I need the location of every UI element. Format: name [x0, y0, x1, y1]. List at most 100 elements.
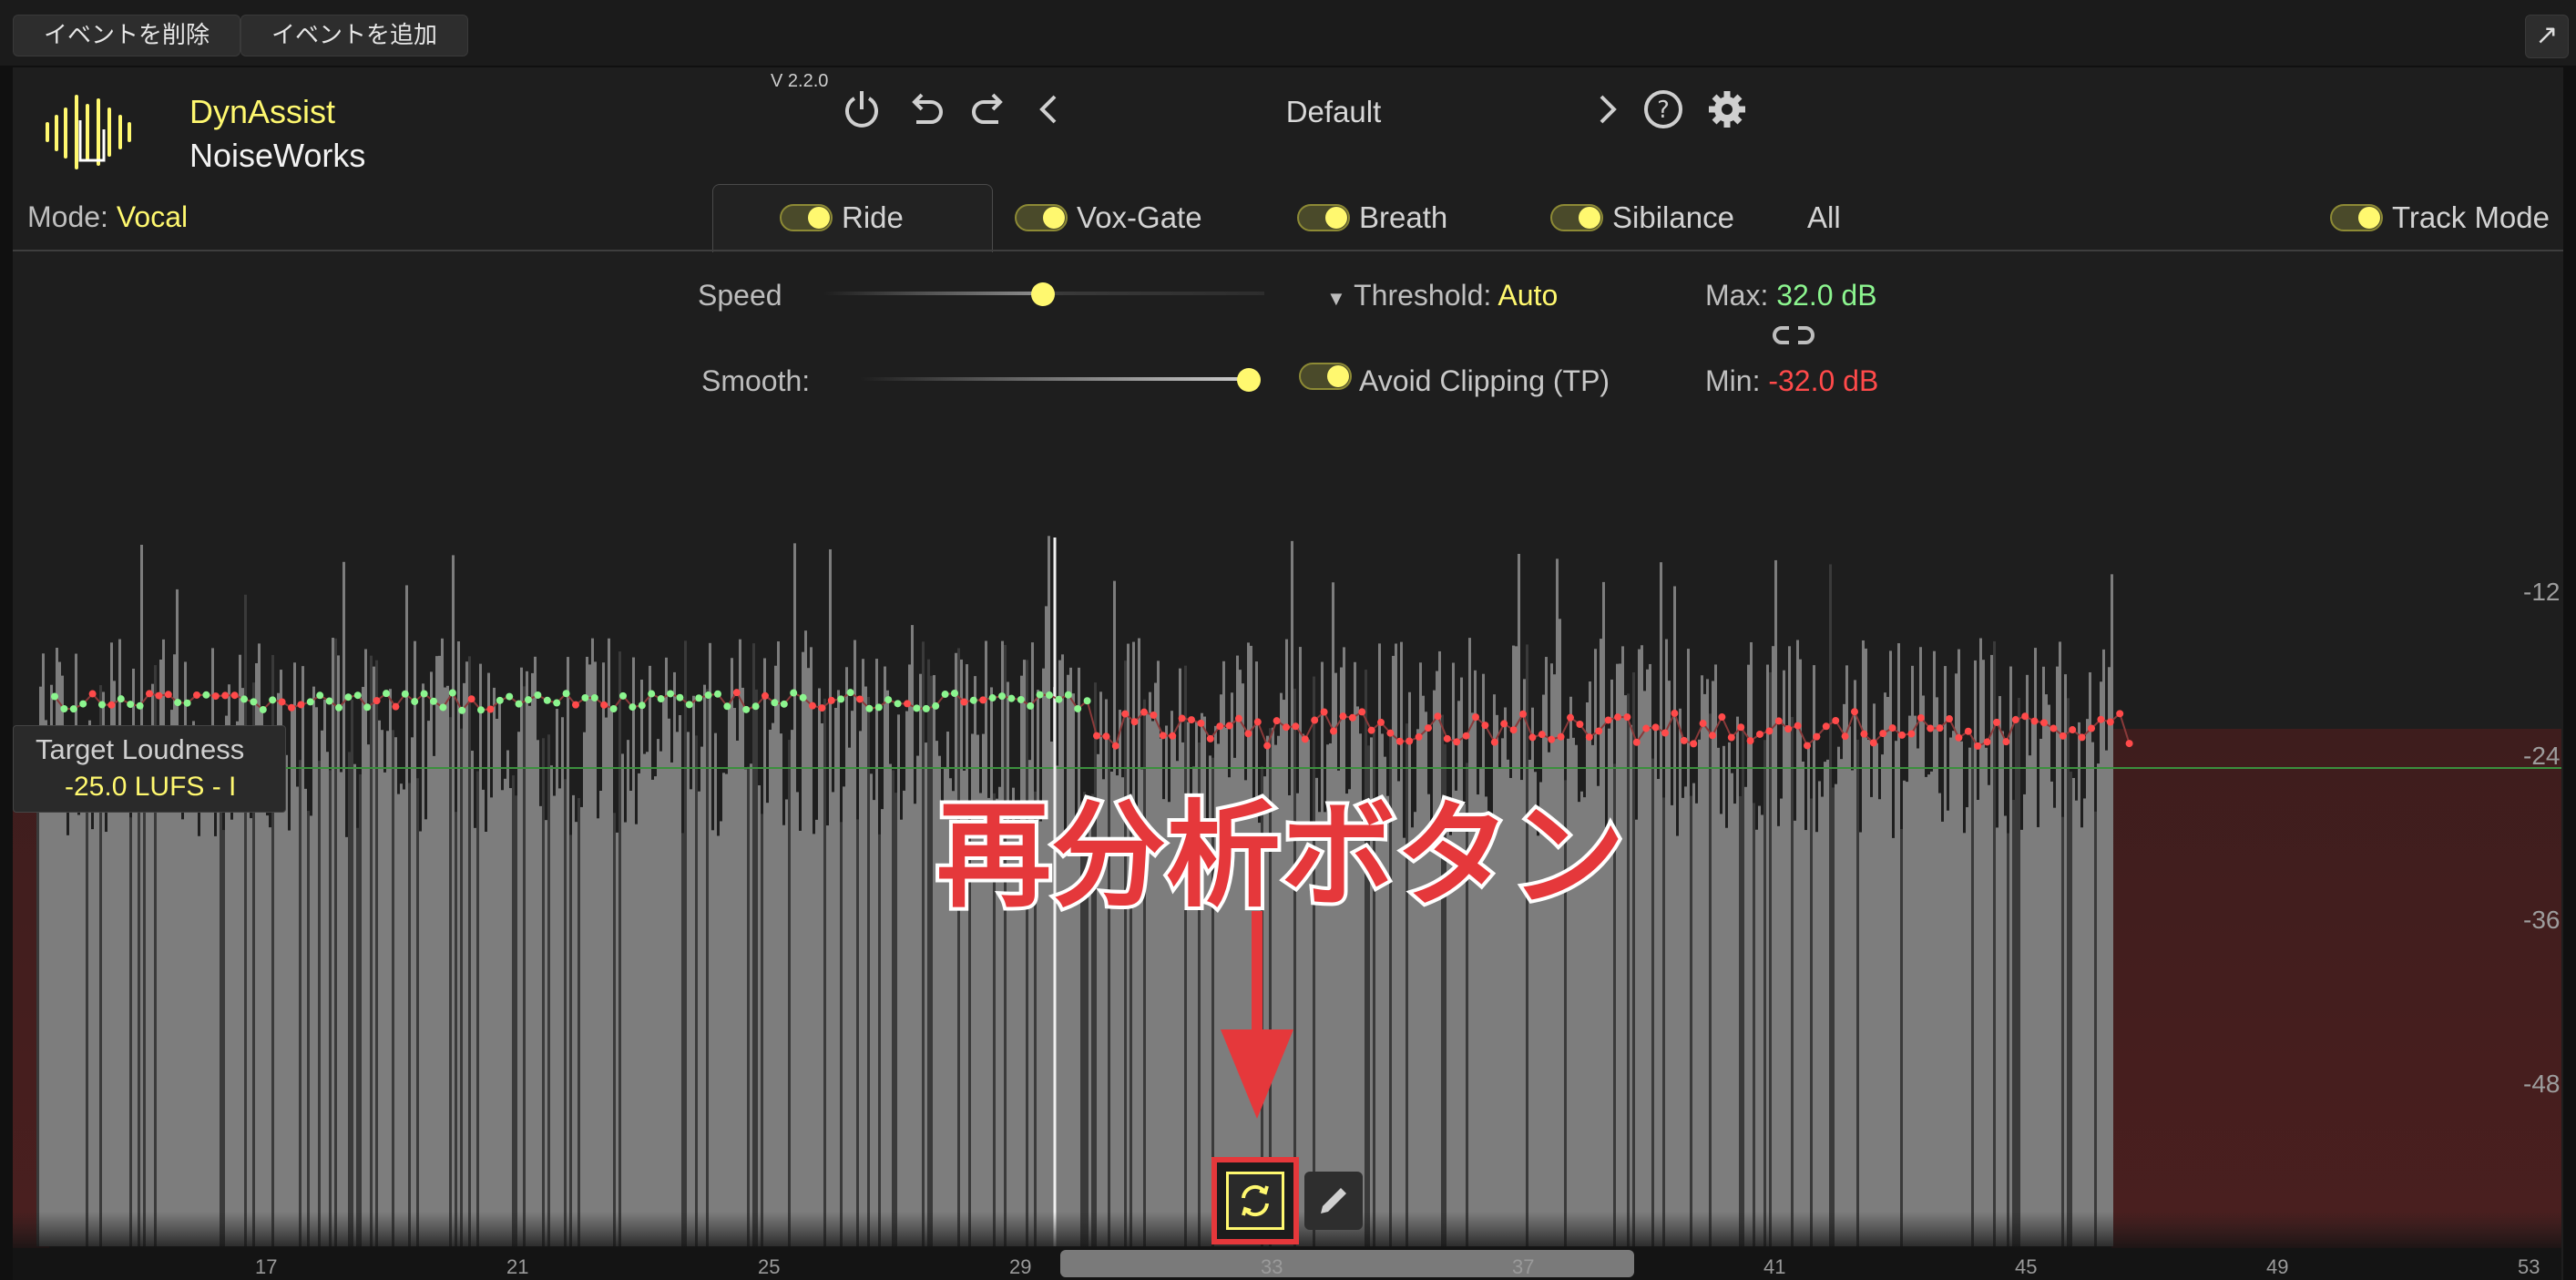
gain-point[interactable]	[1595, 727, 1603, 735]
gain-point[interactable]	[496, 696, 504, 704]
gain-point[interactable]	[1623, 713, 1631, 722]
gain-point[interactable]	[2040, 719, 2048, 727]
gain-point[interactable]	[922, 704, 930, 712]
gain-point[interactable]	[1472, 713, 1479, 722]
gain-point[interactable]	[1320, 708, 1328, 716]
gain-point[interactable]	[695, 694, 703, 702]
gain-point[interactable]	[448, 689, 456, 697]
gain-point[interactable]	[1671, 709, 1679, 717]
gain-point[interactable]	[1235, 714, 1242, 722]
gain-point[interactable]	[2002, 738, 2010, 746]
gain-point[interactable]	[1425, 724, 1432, 732]
gain-point[interactable]	[79, 700, 87, 708]
gain-point[interactable]	[1879, 730, 1887, 738]
gain-point[interactable]	[1046, 691, 1053, 700]
gain-point[interactable]	[1206, 734, 1214, 742]
gain-point[interactable]	[1330, 727, 1337, 735]
gain-point[interactable]	[515, 700, 523, 708]
gain-point[interactable]	[1140, 708, 1148, 716]
gain-point[interactable]	[1253, 718, 1262, 726]
gain-point[interactable]	[1348, 713, 1356, 722]
gain-point[interactable]	[941, 691, 949, 699]
gain-point[interactable]	[2030, 717, 2039, 725]
gain-point[interactable]	[904, 700, 911, 708]
gain-point[interactable]	[1974, 742, 1982, 750]
timeline-scroll-thumb[interactable]	[1060, 1250, 1634, 1277]
gain-point[interactable]	[477, 706, 485, 714]
gain-point[interactable]	[1993, 718, 2000, 726]
gain-point[interactable]	[762, 691, 769, 700]
gain-point[interactable]	[1519, 710, 1527, 718]
gain-point[interactable]	[865, 704, 874, 712]
gain-point[interactable]	[363, 703, 372, 712]
gain-point[interactable]	[1273, 717, 1281, 725]
gain-point[interactable]	[1509, 726, 1518, 734]
gain-point[interactable]	[629, 703, 637, 712]
gain-point[interactable]	[1794, 722, 1802, 730]
gain-point[interactable]	[335, 703, 342, 712]
gain-point[interactable]	[1699, 720, 1707, 728]
gain-point[interactable]	[1500, 720, 1508, 728]
gain-point[interactable]	[1888, 724, 1896, 732]
gain-point[interactable]	[1406, 737, 1414, 745]
gain-point[interactable]	[146, 690, 153, 698]
gain-point[interactable]	[581, 693, 589, 701]
gain-point[interactable]	[1225, 722, 1233, 730]
gain-point[interactable]	[1642, 724, 1651, 732]
gain-point[interactable]	[988, 694, 997, 702]
gain-point[interactable]	[1263, 742, 1272, 750]
gain-point[interactable]	[809, 701, 816, 710]
gain-point[interactable]	[383, 690, 390, 698]
gain-point[interactable]	[1936, 724, 1944, 732]
target-loudness-box[interactable]: Target Loudness -25.0 LUFS - I	[13, 725, 286, 813]
gain-point[interactable]	[288, 703, 295, 712]
gain-point[interactable]	[1395, 737, 1404, 745]
gain-point[interactable]	[155, 691, 163, 700]
gain-point[interactable]	[240, 695, 248, 703]
gain-point[interactable]	[1538, 731, 1546, 739]
gain-point[interactable]	[1481, 722, 1489, 730]
gain-point[interactable]	[1434, 712, 1442, 721]
gain-point[interactable]	[1130, 718, 1139, 726]
gain-point[interactable]	[951, 689, 958, 697]
gain-point[interactable]	[1178, 714, 1186, 722]
gain-point[interactable]	[88, 690, 97, 698]
gain-point[interactable]	[1188, 716, 1195, 724]
gain-point[interactable]	[259, 705, 267, 713]
gain-point[interactable]	[562, 690, 570, 698]
gain-point[interactable]	[704, 691, 712, 700]
gain-point[interactable]	[1604, 716, 1612, 724]
gain-point[interactable]	[1064, 691, 1072, 699]
gain-point[interactable]	[506, 692, 514, 701]
gain-point[interactable]	[136, 701, 144, 710]
gain-point[interactable]	[657, 695, 665, 703]
gain-point[interactable]	[1690, 740, 1698, 748]
gain-point[interactable]	[667, 690, 674, 698]
reanalyze-button[interactable]	[1226, 1172, 1284, 1230]
gain-point[interactable]	[269, 696, 277, 704]
gain-point[interactable]	[127, 701, 135, 709]
gain-point[interactable]	[211, 692, 220, 701]
gain-point[interactable]	[1651, 723, 1660, 732]
gain-point[interactable]	[1453, 738, 1461, 746]
gain-point[interactable]	[486, 705, 495, 713]
gain-point[interactable]	[458, 706, 466, 714]
gain-point[interactable]	[230, 691, 239, 700]
gain-point[interactable]	[1548, 735, 1556, 743]
gain-point[interactable]	[1869, 739, 1877, 747]
gain-point[interactable]	[1292, 722, 1300, 731]
gain-point[interactable]	[1017, 695, 1025, 703]
gain-point[interactable]	[2078, 733, 2086, 742]
gain-point[interactable]	[2125, 740, 2133, 748]
gain-point[interactable]	[1159, 732, 1167, 740]
gain-point[interactable]	[1311, 716, 1319, 724]
gain-point[interactable]	[525, 696, 532, 704]
gain-point[interactable]	[1765, 727, 1774, 735]
gain-point[interactable]	[884, 696, 893, 704]
gain-point[interactable]	[1860, 730, 1868, 738]
gain-point[interactable]	[430, 697, 437, 705]
gain-point[interactable]	[439, 703, 447, 712]
gain-point[interactable]	[1680, 736, 1688, 744]
gain-point[interactable]	[2116, 710, 2124, 718]
gain-point[interactable]	[1927, 724, 1935, 732]
